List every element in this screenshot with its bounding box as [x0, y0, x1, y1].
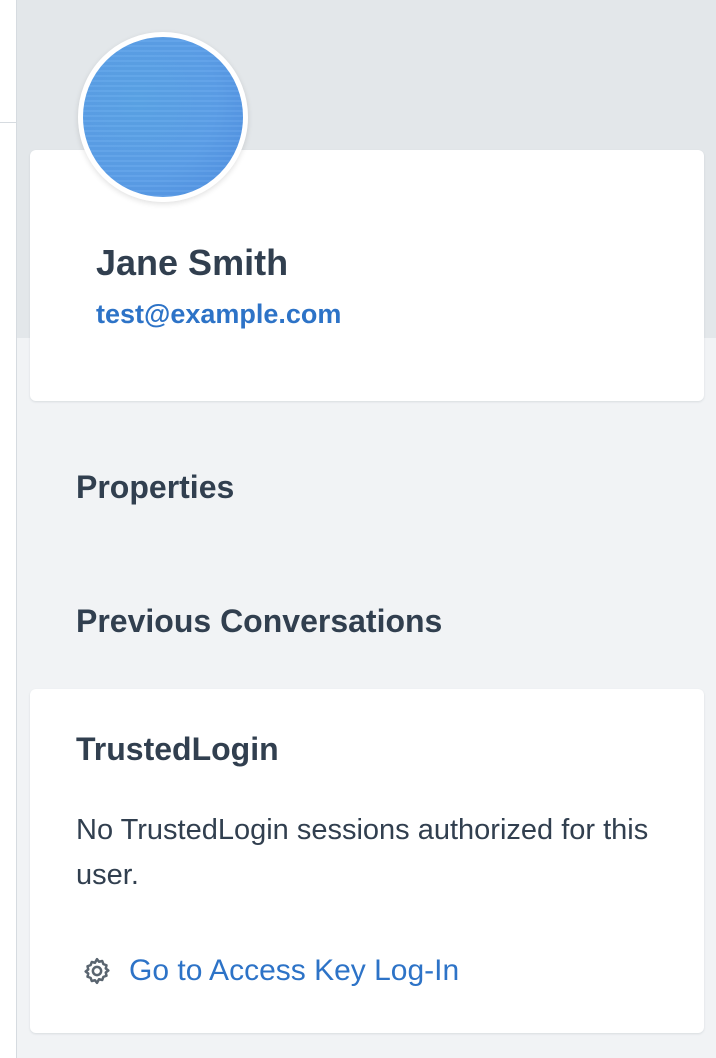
access-key-login-label: Go to Access Key Log-In — [129, 954, 460, 987]
trustedlogin-title: TrustedLogin — [76, 731, 279, 767]
access-key-login-link[interactable]: Go to Access Key Log-In — [82, 954, 459, 988]
customer-name: Jane Smith — [96, 242, 289, 283]
avatar — [78, 32, 248, 202]
trustedlogin-message: No TrustedLogin sessions authorized for … — [76, 814, 649, 891]
previous-conversations-heading[interactable]: Previous Conversations — [76, 603, 442, 640]
divider — [0, 122, 16, 123]
main-content-pane — [0, 0, 17, 1058]
properties-section-heading[interactable]: Properties — [76, 469, 234, 506]
customer-sidebar: Jane Smith test@example.com Properties P… — [17, 0, 716, 1058]
gear-icon — [82, 956, 112, 986]
customer-email-link[interactable]: test@example.com — [96, 299, 341, 330]
